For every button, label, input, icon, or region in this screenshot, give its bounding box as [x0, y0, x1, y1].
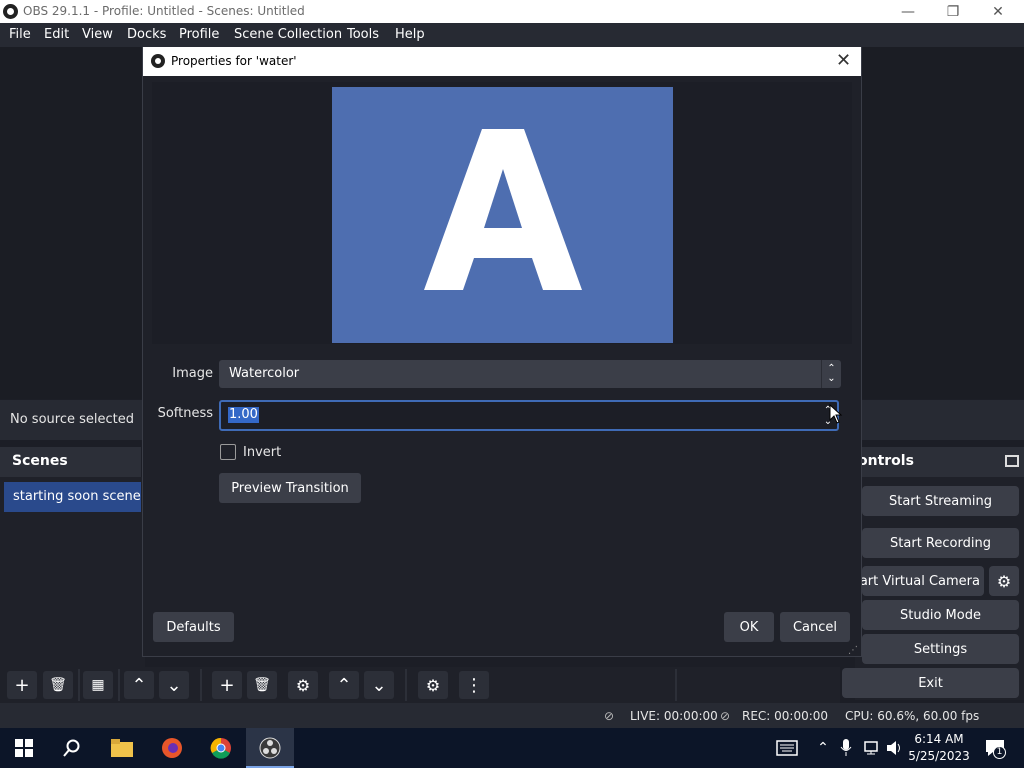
add-scene-button[interactable]: + [7, 671, 37, 699]
exit-button[interactable]: Exit [842, 668, 1019, 698]
image-select-value: Watercolor [229, 366, 300, 381]
toolbar-separator [200, 669, 202, 701]
softness-field-label: Softness [157, 406, 213, 421]
menu-tools[interactable]: Tools [347, 27, 379, 42]
add-source-button[interactable]: + [212, 671, 242, 699]
menu-edit[interactable]: Edit [44, 27, 69, 42]
scene-move-up-icon[interactable]: ⌃ [124, 671, 154, 699]
chrome-icon[interactable] [209, 736, 233, 760]
live-time: LIVE: 00:00:00 [630, 709, 718, 723]
menu-docks[interactable]: Docks [127, 27, 166, 42]
source-properties-gear-icon[interactable]: ⚙ [288, 671, 318, 699]
resize-grip-icon[interactable]: ⋰ [848, 645, 858, 656]
virtual-camera-gear-icon[interactable]: ⚙ [989, 566, 1019, 596]
scene-move-down-icon[interactable]: ⌄ [159, 671, 189, 699]
invert-checkbox[interactable] [220, 444, 236, 460]
maximize-button[interactable]: ❐ [931, 0, 975, 23]
scene-filters-icon[interactable]: ▦ [83, 671, 113, 699]
tray-clock[interactable]: 6:14 AM 5/25/2023 [906, 731, 972, 765]
keyboard-icon[interactable] [775, 736, 799, 760]
menu-profile[interactable]: Profile [179, 27, 219, 42]
toolbar-separator [78, 669, 80, 701]
source-move-up-icon[interactable]: ⌃ [329, 671, 359, 699]
scene-list-item[interactable]: starting soon scene [4, 482, 141, 512]
notification-count-badge: 1 [993, 746, 1006, 759]
toolbar-separator [405, 669, 407, 701]
start-streaming-button[interactable]: Start Streaming [862, 486, 1019, 516]
audio-mixer-gear-icon[interactable]: ⚙ [418, 671, 448, 699]
dialog-close-icon[interactable]: ✕ [836, 50, 851, 71]
window-titlebar: OBS 29.1.1 - Profile: Untitled - Scenes:… [0, 0, 1024, 23]
window-title: OBS 29.1.1 - Profile: Untitled - Scenes:… [23, 4, 305, 18]
close-button[interactable]: ✕ [976, 0, 1020, 23]
obs-logo-icon [151, 54, 165, 68]
controls-title: ontrols [858, 453, 914, 469]
clock-date: 5/25/2023 [908, 749, 970, 763]
preview-letter-graphic [424, 129, 582, 290]
cancel-button[interactable]: Cancel [780, 612, 850, 642]
menu-help[interactable]: Help [395, 27, 425, 42]
scenes-title: Scenes [12, 453, 68, 469]
invert-label[interactable]: Invert [243, 445, 281, 460]
source-move-down-icon[interactable]: ⌄ [364, 671, 394, 699]
menu-bar: File Edit View Docks Profile Scene Colle… [0, 23, 1024, 47]
scene-item-label: starting soon scene [13, 489, 141, 504]
undock-icon[interactable] [1005, 455, 1019, 467]
ok-button[interactable]: OK [724, 612, 774, 642]
source-bar-right [855, 400, 1024, 440]
transition-preview-image [332, 87, 673, 343]
image-field-label: Image [172, 366, 213, 381]
cpu-usage: CPU: 60.6%, 60.00 fps [845, 709, 980, 723]
volume-icon[interactable] [883, 736, 907, 760]
tray-chevron-up-icon[interactable]: ⌃ [811, 736, 835, 760]
start-virtual-camera-button[interactable]: art Virtual Camera [862, 566, 984, 596]
live-signal-icon: ⊘ [604, 709, 615, 723]
no-source-label: No source selected [10, 412, 134, 427]
rec-icon: ⊘ [720, 709, 731, 723]
start-recording-button[interactable]: Start Recording [862, 528, 1019, 558]
status-bar: ⊘ LIVE: 00:00:00 ⊘ REC: 00:00:00 CPU: 60… [0, 703, 1024, 728]
obs-taskbar-icon [258, 736, 282, 760]
defaults-button[interactable]: Defaults [153, 612, 234, 642]
controls-dock-header: ontrols [855, 447, 1024, 477]
menu-file[interactable]: File [9, 27, 31, 42]
remove-scene-trash-icon[interactable]: 🗑 [43, 671, 73, 699]
toolbar-separator [118, 669, 120, 701]
obs-logo-icon [3, 4, 18, 19]
clock-time: 6:14 AM [914, 732, 964, 746]
softness-input[interactable] [219, 400, 839, 431]
microphone-icon[interactable] [834, 736, 858, 760]
dialog-titlebar: Properties for 'water' ✕ [143, 47, 861, 76]
network-icon[interactable] [860, 736, 884, 760]
menu-view[interactable]: View [82, 27, 113, 42]
menu-scene-collection[interactable]: Scene Collection [234, 27, 342, 42]
file-explorer-icon[interactable] [110, 736, 134, 760]
image-select[interactable]: Watercolor ⌃ ⌄ [219, 360, 841, 388]
dialog-title: Properties for 'water' [171, 54, 297, 68]
windows-start-icon[interactable] [12, 736, 36, 760]
remove-source-trash-icon[interactable]: 🗑 [247, 671, 277, 699]
settings-button[interactable]: Settings [862, 634, 1019, 664]
minimize-button[interactable]: — [886, 0, 930, 23]
preview-transition-button[interactable]: Preview Transition [219, 473, 361, 503]
studio-mode-button[interactable]: Studio Mode [862, 600, 1019, 630]
rec-time: REC: 00:00:00 [742, 709, 829, 723]
select-chevrons-icon: ⌃ ⌄ [821, 360, 841, 388]
mouse-cursor-icon [829, 404, 843, 424]
softness-selected-text: 1.00 [228, 407, 259, 423]
source-bar: No source selected [0, 400, 150, 440]
firefox-icon[interactable] [160, 736, 184, 760]
audio-mixer-more-icon[interactable]: ⋮ [459, 671, 489, 699]
search-icon[interactable] [60, 736, 84, 760]
toolbar-separator [675, 669, 677, 701]
scenes-dock-header: Scenes [0, 447, 141, 477]
